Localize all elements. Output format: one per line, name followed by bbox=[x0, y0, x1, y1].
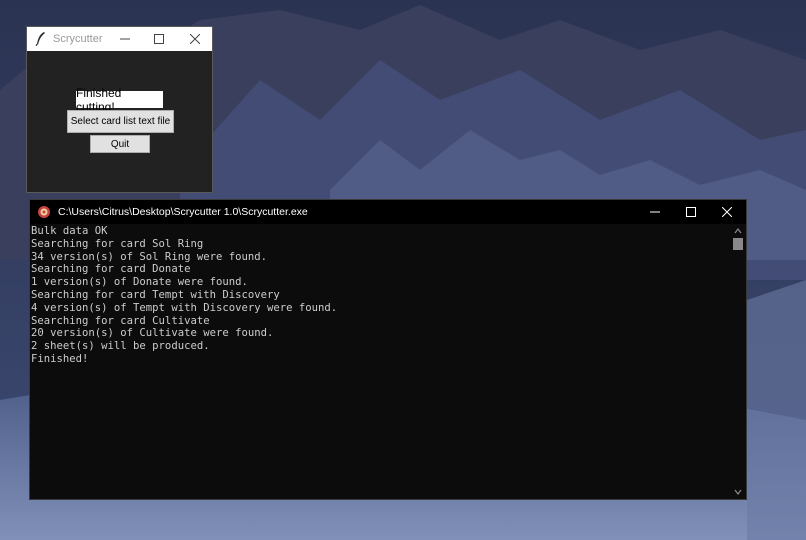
console-minimize-button[interactable] bbox=[638, 200, 672, 224]
console-line: Searching for card Cultivate bbox=[31, 314, 210, 327]
maximize-icon bbox=[154, 34, 164, 44]
console-window: C:\Users\Citrus\Desktop\Scrycutter 1.0\S… bbox=[29, 199, 747, 500]
console-output[interactable]: Bulk data OK Searching for card Sol Ring… bbox=[30, 224, 730, 499]
chevron-down-icon bbox=[734, 489, 742, 495]
minimize-icon bbox=[120, 38, 130, 40]
console-close-button[interactable] bbox=[710, 200, 744, 224]
minimize-icon bbox=[650, 211, 660, 213]
quit-button[interactable]: Quit bbox=[90, 135, 150, 153]
close-icon bbox=[722, 207, 732, 217]
chevron-up-icon bbox=[734, 228, 742, 234]
console-line: Finished! bbox=[31, 352, 89, 365]
window-title: Scrycutter bbox=[53, 33, 103, 45]
app-icon bbox=[38, 206, 50, 218]
minimize-button[interactable] bbox=[107, 27, 143, 51]
console-line: 2 sheet(s) will be produced. bbox=[31, 340, 210, 353]
status-label: Finished cutting! bbox=[76, 86, 163, 114]
maximize-button[interactable] bbox=[141, 27, 177, 51]
console-line: 20 version(s) of Cultivate were found. bbox=[31, 327, 274, 340]
console-maximize-button[interactable] bbox=[674, 200, 708, 224]
maximize-icon bbox=[686, 207, 696, 217]
close-icon bbox=[190, 34, 200, 44]
console-line: 1 version(s) of Donate were found. bbox=[31, 276, 248, 289]
console-title: C:\Users\Citrus\Desktop\Scrycutter 1.0\S… bbox=[58, 206, 308, 218]
scroll-down-button[interactable] bbox=[730, 485, 746, 499]
scroll-thumb[interactable] bbox=[733, 238, 743, 250]
select-file-button[interactable]: Select card list text file bbox=[67, 110, 174, 133]
scroll-up-button[interactable] bbox=[730, 224, 746, 238]
console-line: Bulk data OK bbox=[31, 225, 108, 237]
console-line: Searching for card Sol Ring bbox=[31, 237, 204, 250]
console-scrollbar[interactable] bbox=[730, 224, 746, 499]
console-line: 34 version(s) of Sol Ring were found. bbox=[31, 250, 267, 263]
close-button[interactable] bbox=[177, 27, 213, 51]
console-line: Searching for card Donate bbox=[31, 263, 191, 276]
console-line: Searching for card Tempt with Discovery bbox=[31, 288, 280, 301]
window-titlebar[interactable]: Scrycutter bbox=[27, 27, 212, 51]
console-titlebar[interactable]: C:\Users\Citrus\Desktop\Scrycutter 1.0\S… bbox=[30, 200, 746, 224]
feather-icon bbox=[35, 32, 45, 46]
scrycutter-window: Scrycutter Finished cutting! Select card… bbox=[26, 26, 213, 193]
console-line: 4 version(s) of Tempt with Discovery wer… bbox=[31, 301, 338, 314]
